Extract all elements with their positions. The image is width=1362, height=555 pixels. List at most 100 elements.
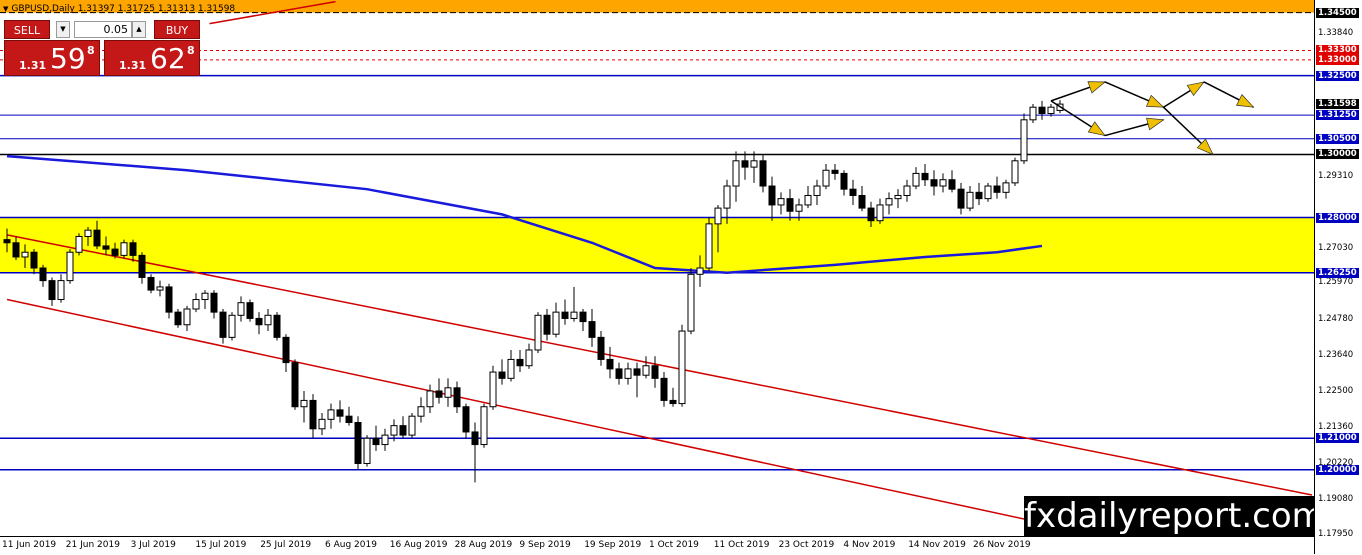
- bearish-candle: [273, 314, 281, 338]
- bearish-candle: [957, 188, 965, 209]
- projection-arrow-head: [1235, 93, 1255, 108]
- bullish-candle: [201, 292, 209, 301]
- time-tick-label: 11 Oct 2019: [713, 540, 770, 550]
- sell-price-quote[interactable]: 1.31 59 8: [4, 40, 100, 76]
- bearish-candle: [39, 267, 47, 282]
- bullish-candle: [723, 185, 731, 209]
- price-tick-label: 1.29310: [1318, 171, 1354, 182]
- lot-size-input[interactable]: 0.05: [74, 21, 132, 38]
- price-tick-label: 1.17950: [1318, 529, 1354, 540]
- bullish-candle: [57, 280, 65, 301]
- bearish-candle: [282, 336, 290, 364]
- bullish-candle: [705, 223, 713, 269]
- bearish-candle: [759, 160, 767, 187]
- price-level-label: 1.34500: [1316, 7, 1359, 18]
- bullish-candle: [678, 330, 686, 405]
- chevron-down-icon[interactable]: ▼: [56, 21, 70, 38]
- bullish-candle: [525, 349, 533, 367]
- bearish-candle: [165, 286, 173, 313]
- bullish-candle: [1020, 119, 1028, 162]
- bullish-candle: [408, 415, 416, 436]
- bullish-candle: [732, 160, 740, 187]
- bearish-candle: [543, 314, 551, 335]
- time-tick-label: 25 Jul 2019: [260, 540, 312, 550]
- bullish-candle: [480, 406, 488, 446]
- buy-quote-fraction: 8: [187, 44, 195, 57]
- bullish-candle: [696, 267, 704, 275]
- bullish-candle: [984, 185, 992, 200]
- bearish-candle: [606, 358, 614, 370]
- bullish-candle: [228, 314, 236, 338]
- bullish-candle: [912, 172, 920, 187]
- price-level-label: 1.28000: [1316, 212, 1359, 223]
- price-level-label: 1.21000: [1316, 433, 1359, 444]
- projection-arrow-head: [1087, 81, 1106, 94]
- bullish-candle: [75, 235, 83, 253]
- price-tick-label: 1.33840: [1318, 28, 1354, 39]
- chart-title: ▼ GBPUSD,Daily 1.31397 1.31725 1.31313 1.…: [3, 4, 235, 14]
- bullish-candle: [363, 437, 371, 464]
- bullish-candle: [795, 204, 803, 212]
- price-chart[interactable]: [0, 0, 1314, 544]
- bullish-candle: [444, 387, 452, 398]
- time-tick-label: 16 Aug 2019: [389, 540, 448, 550]
- bullish-candle: [318, 418, 326, 430]
- bearish-candle: [345, 415, 353, 423]
- sell-quote-prefix: 1.31: [19, 59, 47, 72]
- bullish-candle: [120, 242, 128, 256]
- price-tick-label: 1.22500: [1318, 385, 1354, 396]
- bullish-candle: [489, 371, 497, 408]
- bearish-candle: [669, 399, 677, 405]
- time-tick-label: 1 Oct 2019: [649, 540, 699, 550]
- bearish-candle: [660, 377, 668, 401]
- bearish-candle: [786, 198, 794, 212]
- bearish-candle: [588, 321, 596, 338]
- buy-price-quote[interactable]: 1.31 62 8: [104, 40, 200, 76]
- time-axis[interactable]: 11 Jun 2019 21 Jun 2019 3 Jul 2019 15 Jul 2…: [0, 536, 1314, 555]
- sell-button[interactable]: SELL: [4, 20, 50, 39]
- price-level-label: 1.31598: [1316, 99, 1359, 110]
- bearish-candle: [102, 245, 110, 250]
- price-tick-label: 1.23640: [1318, 350, 1354, 361]
- bullish-candle: [966, 191, 974, 209]
- bullish-candle: [534, 314, 542, 351]
- projection-arrow-head: [1146, 117, 1165, 131]
- buy-quote-pips: 62: [150, 42, 186, 75]
- bearish-candle: [246, 302, 254, 319]
- bullish-candle: [300, 399, 308, 408]
- bearish-candle: [498, 371, 506, 379]
- bearish-candle: [111, 248, 119, 256]
- buy-button[interactable]: BUY: [154, 20, 200, 39]
- bullish-candle: [1002, 182, 1010, 193]
- symbol-ohlc-text: GBPUSD,Daily 1.31397 1.31725 1.31313 1.3…: [11, 4, 236, 14]
- time-tick-label: 19 Sep 2019: [584, 540, 642, 550]
- price-axis[interactable]: 1.33840 1.31598 1.29310 1.27030 1.25970 1.247…: [1314, 0, 1362, 554]
- bullish-candle: [624, 368, 632, 379]
- price-level-label: 1.26250: [1316, 267, 1359, 278]
- bullish-candle: [84, 229, 92, 237]
- bearish-candle: [993, 185, 1001, 193]
- time-tick-label: 6 Aug 2019: [325, 540, 377, 550]
- bearish-candle: [309, 399, 317, 430]
- bearish-candle: [354, 421, 362, 464]
- bearish-candle: [867, 207, 875, 222]
- price-tick-label: 1.24780: [1318, 314, 1354, 325]
- chart-area[interactable]: ▼ GBPUSD,Daily 1.31397 1.31725 1.31313 1.…: [0, 0, 1325, 544]
- trend-line-1: [6, 298, 1133, 544]
- triangle-down-icon: ▼: [3, 5, 9, 13]
- one-click-trading-panel: SELL ▼ 0.05 ▲ BUY 1.31 59 8 1.31 62 8: [4, 20, 200, 76]
- bearish-candle: [210, 292, 218, 313]
- chevron-up-icon[interactable]: ▲: [132, 21, 146, 38]
- bearish-candle: [858, 194, 866, 209]
- bullish-candle: [714, 207, 722, 225]
- bullish-candle: [822, 169, 830, 187]
- bearish-candle: [453, 387, 461, 408]
- bullish-candle: [750, 160, 758, 168]
- sell-quote-fraction: 8: [87, 44, 95, 57]
- price-level-label: 1.33000: [1316, 54, 1359, 65]
- bullish-candle: [327, 409, 335, 420]
- bullish-candle: [66, 251, 74, 282]
- price-level-label: 1.30000: [1316, 149, 1359, 160]
- bearish-candle: [372, 437, 380, 446]
- bearish-candle: [435, 390, 443, 398]
